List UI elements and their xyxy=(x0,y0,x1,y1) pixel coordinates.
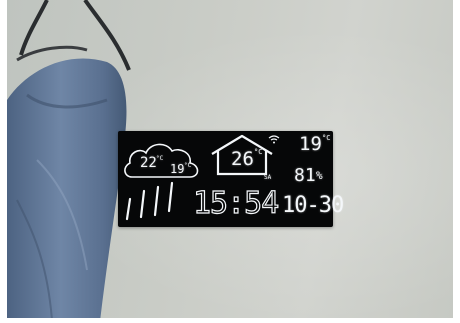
weather-station-display: 22 °C 19 °C 26 °C SA 19 °C 81 % 15:54 10… xyxy=(118,131,344,227)
humidity-unit: % xyxy=(316,169,323,182)
rain-drops-icon xyxy=(125,181,174,221)
indoor-unit: °C xyxy=(254,148,263,156)
humidity-value: 81 xyxy=(294,165,316,186)
forecast-high-temp: 22 xyxy=(140,155,157,171)
photo: 22 °C 19 °C 26 °C SA 19 °C 81 % 15:54 10… xyxy=(7,0,453,318)
date-display: 10-30 xyxy=(282,193,344,218)
forecast-low-unit: °C xyxy=(184,162,192,169)
forecast-low-temp: 19 xyxy=(170,162,185,176)
outdoor-temp: 19 xyxy=(299,133,322,155)
forecast-high-unit: °C xyxy=(156,155,164,162)
day-label: SA xyxy=(264,174,272,181)
wifi-icon xyxy=(268,135,280,144)
time-display: 15:54 xyxy=(192,186,280,221)
indoor-temp: 26 xyxy=(231,148,254,170)
outdoor-unit: °C xyxy=(322,134,331,142)
